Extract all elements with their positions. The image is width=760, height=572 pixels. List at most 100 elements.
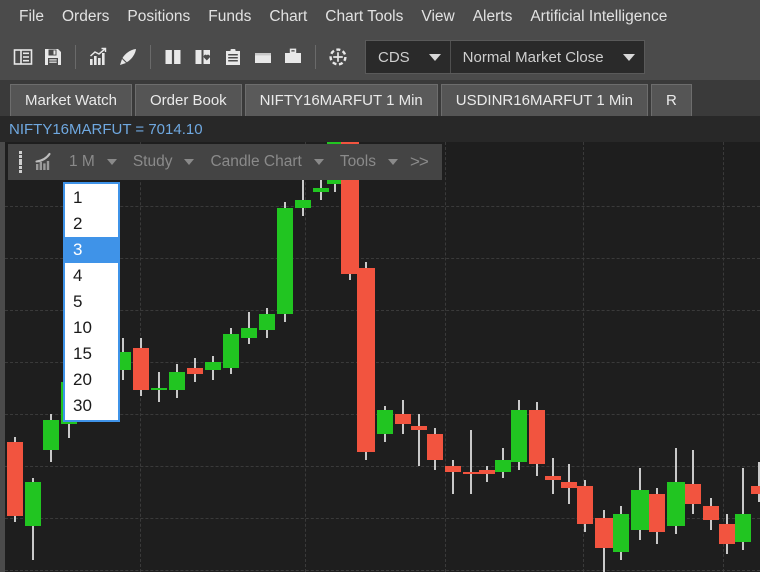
candle (751, 142, 760, 572)
candle-body (649, 494, 665, 532)
candle (577, 142, 593, 572)
quote-text: NIFTY16MARFUT = 7014.10 (9, 120, 203, 138)
chevron-down-icon[interactable] (614, 41, 644, 73)
tab-usdinr16marfut-1-min[interactable]: USDINR16MARFUT 1 Min (440, 84, 649, 116)
chevron-down-icon[interactable] (382, 147, 404, 177)
candle (223, 142, 239, 572)
candle-body (357, 268, 375, 452)
candle-body (479, 470, 495, 474)
chevron-down-icon[interactable] (420, 41, 450, 73)
candle (649, 142, 665, 572)
candle (595, 142, 613, 572)
segment-select-value: CDS (378, 48, 410, 66)
study-select[interactable]: Study (123, 147, 201, 177)
candle-body (685, 484, 701, 504)
candle-body (463, 472, 479, 474)
tools-select-value: Tools (339, 153, 376, 170)
tab-market-watch[interactable]: Market Watch (10, 84, 132, 116)
candle (411, 142, 427, 572)
candle (631, 142, 649, 572)
menu-item-view[interactable]: View (412, 0, 463, 34)
menu-item-artificial-intelligence[interactable]: Artificial Intelligence (521, 0, 676, 34)
bar-chart-icon[interactable] (83, 41, 113, 73)
candle (445, 142, 461, 572)
menu-item-chart-tools[interactable]: Chart Tools (316, 0, 412, 34)
segment-select[interactable]: CDS (366, 41, 450, 73)
menu-item-chart[interactable]: Chart (260, 0, 316, 34)
candle-body (277, 208, 293, 314)
candle-body (561, 482, 577, 488)
candle (545, 142, 561, 572)
market-status-select[interactable]: Normal Market Close (450, 41, 644, 73)
panel-layout-icon[interactable] (8, 41, 38, 73)
interval-option-10[interactable]: 10 (65, 315, 118, 341)
candle-body (495, 460, 511, 472)
candle-wick (692, 450, 694, 514)
chart-toolbar: 1 M Study Candle Chart Tools >> (8, 144, 442, 180)
interval-option-15[interactable]: 15 (65, 341, 118, 367)
menu-item-alerts[interactable]: Alerts (464, 0, 522, 34)
candle-body (735, 514, 751, 542)
box-icon[interactable] (248, 41, 278, 73)
toolbar-overflow-button[interactable]: >> (404, 152, 438, 172)
candle-body (223, 334, 239, 368)
candle (133, 142, 149, 572)
candle (613, 142, 629, 572)
interval-option-30[interactable]: 30 (65, 393, 118, 419)
refresh-circle-icon[interactable] (323, 41, 353, 73)
candle-body (427, 434, 443, 460)
candle (735, 142, 751, 572)
candle (377, 142, 393, 572)
candle-wick (158, 372, 160, 402)
market-status-select-value: Normal Market Close (462, 48, 604, 66)
interval-select[interactable]: 1 M (59, 147, 123, 177)
tab-nifty16marfut-1-min[interactable]: NIFTY16MARFUT 1 Min (244, 84, 438, 116)
candle-body (25, 482, 41, 526)
toolbar-combo-group: CDS Normal Market Close (365, 40, 645, 74)
toolbar-separator (150, 45, 151, 69)
interval-option-1[interactable]: 1 (65, 185, 118, 211)
chevron-down-icon[interactable] (308, 147, 330, 177)
trading-terminal-window: File Orders Positions Funds Chart Chart Tools… (0, 0, 760, 572)
icon-toolbar: CDS Normal Market Close (0, 34, 760, 80)
candle-body (395, 414, 411, 424)
book-icon[interactable] (158, 41, 188, 73)
candle (7, 142, 23, 572)
tab-r[interactable]: R (651, 84, 692, 116)
menu-item-funds[interactable]: Funds (199, 0, 260, 34)
candle (277, 142, 293, 572)
chart-type-icon[interactable] (29, 147, 59, 177)
tab-order-book[interactable]: Order Book (134, 84, 242, 116)
tools-select[interactable]: Tools (330, 147, 404, 177)
menu-item-positions[interactable]: Positions (118, 0, 199, 34)
interval-dropdown-list[interactable]: 1 2 3 4 5 10 15 20 30 (63, 182, 120, 422)
menu-item-file[interactable]: File (10, 0, 53, 34)
briefcase-icon[interactable] (278, 41, 308, 73)
book-heart-icon[interactable] (188, 41, 218, 73)
candle-body (529, 410, 545, 464)
toolbar-separator (75, 45, 76, 69)
candle-body (7, 442, 23, 516)
interval-option-2[interactable]: 2 (65, 211, 118, 237)
chevron-down-icon[interactable] (178, 147, 200, 177)
interval-option-3[interactable]: 3 (65, 237, 118, 263)
candle (395, 142, 411, 572)
interval-option-20[interactable]: 20 (65, 367, 118, 393)
candle-body (631, 490, 649, 530)
menu-item-orders[interactable]: Orders (53, 0, 118, 34)
candle-body (377, 410, 393, 434)
candle (479, 142, 495, 572)
interval-option-5[interactable]: 5 (65, 289, 118, 315)
rocket-icon[interactable] (113, 41, 143, 73)
chevron-down-icon[interactable] (101, 147, 123, 177)
candle-wick (486, 466, 488, 482)
save-floppy-icon[interactable] (38, 41, 68, 73)
candle-body (411, 426, 427, 430)
candle (511, 142, 527, 572)
candle (241, 142, 257, 572)
drag-grip[interactable] (14, 149, 26, 175)
candle-body (295, 200, 311, 208)
clipboard-list-icon[interactable] (218, 41, 248, 73)
interval-option-4[interactable]: 4 (65, 263, 118, 289)
chart-type-select[interactable]: Candle Chart (200, 147, 329, 177)
